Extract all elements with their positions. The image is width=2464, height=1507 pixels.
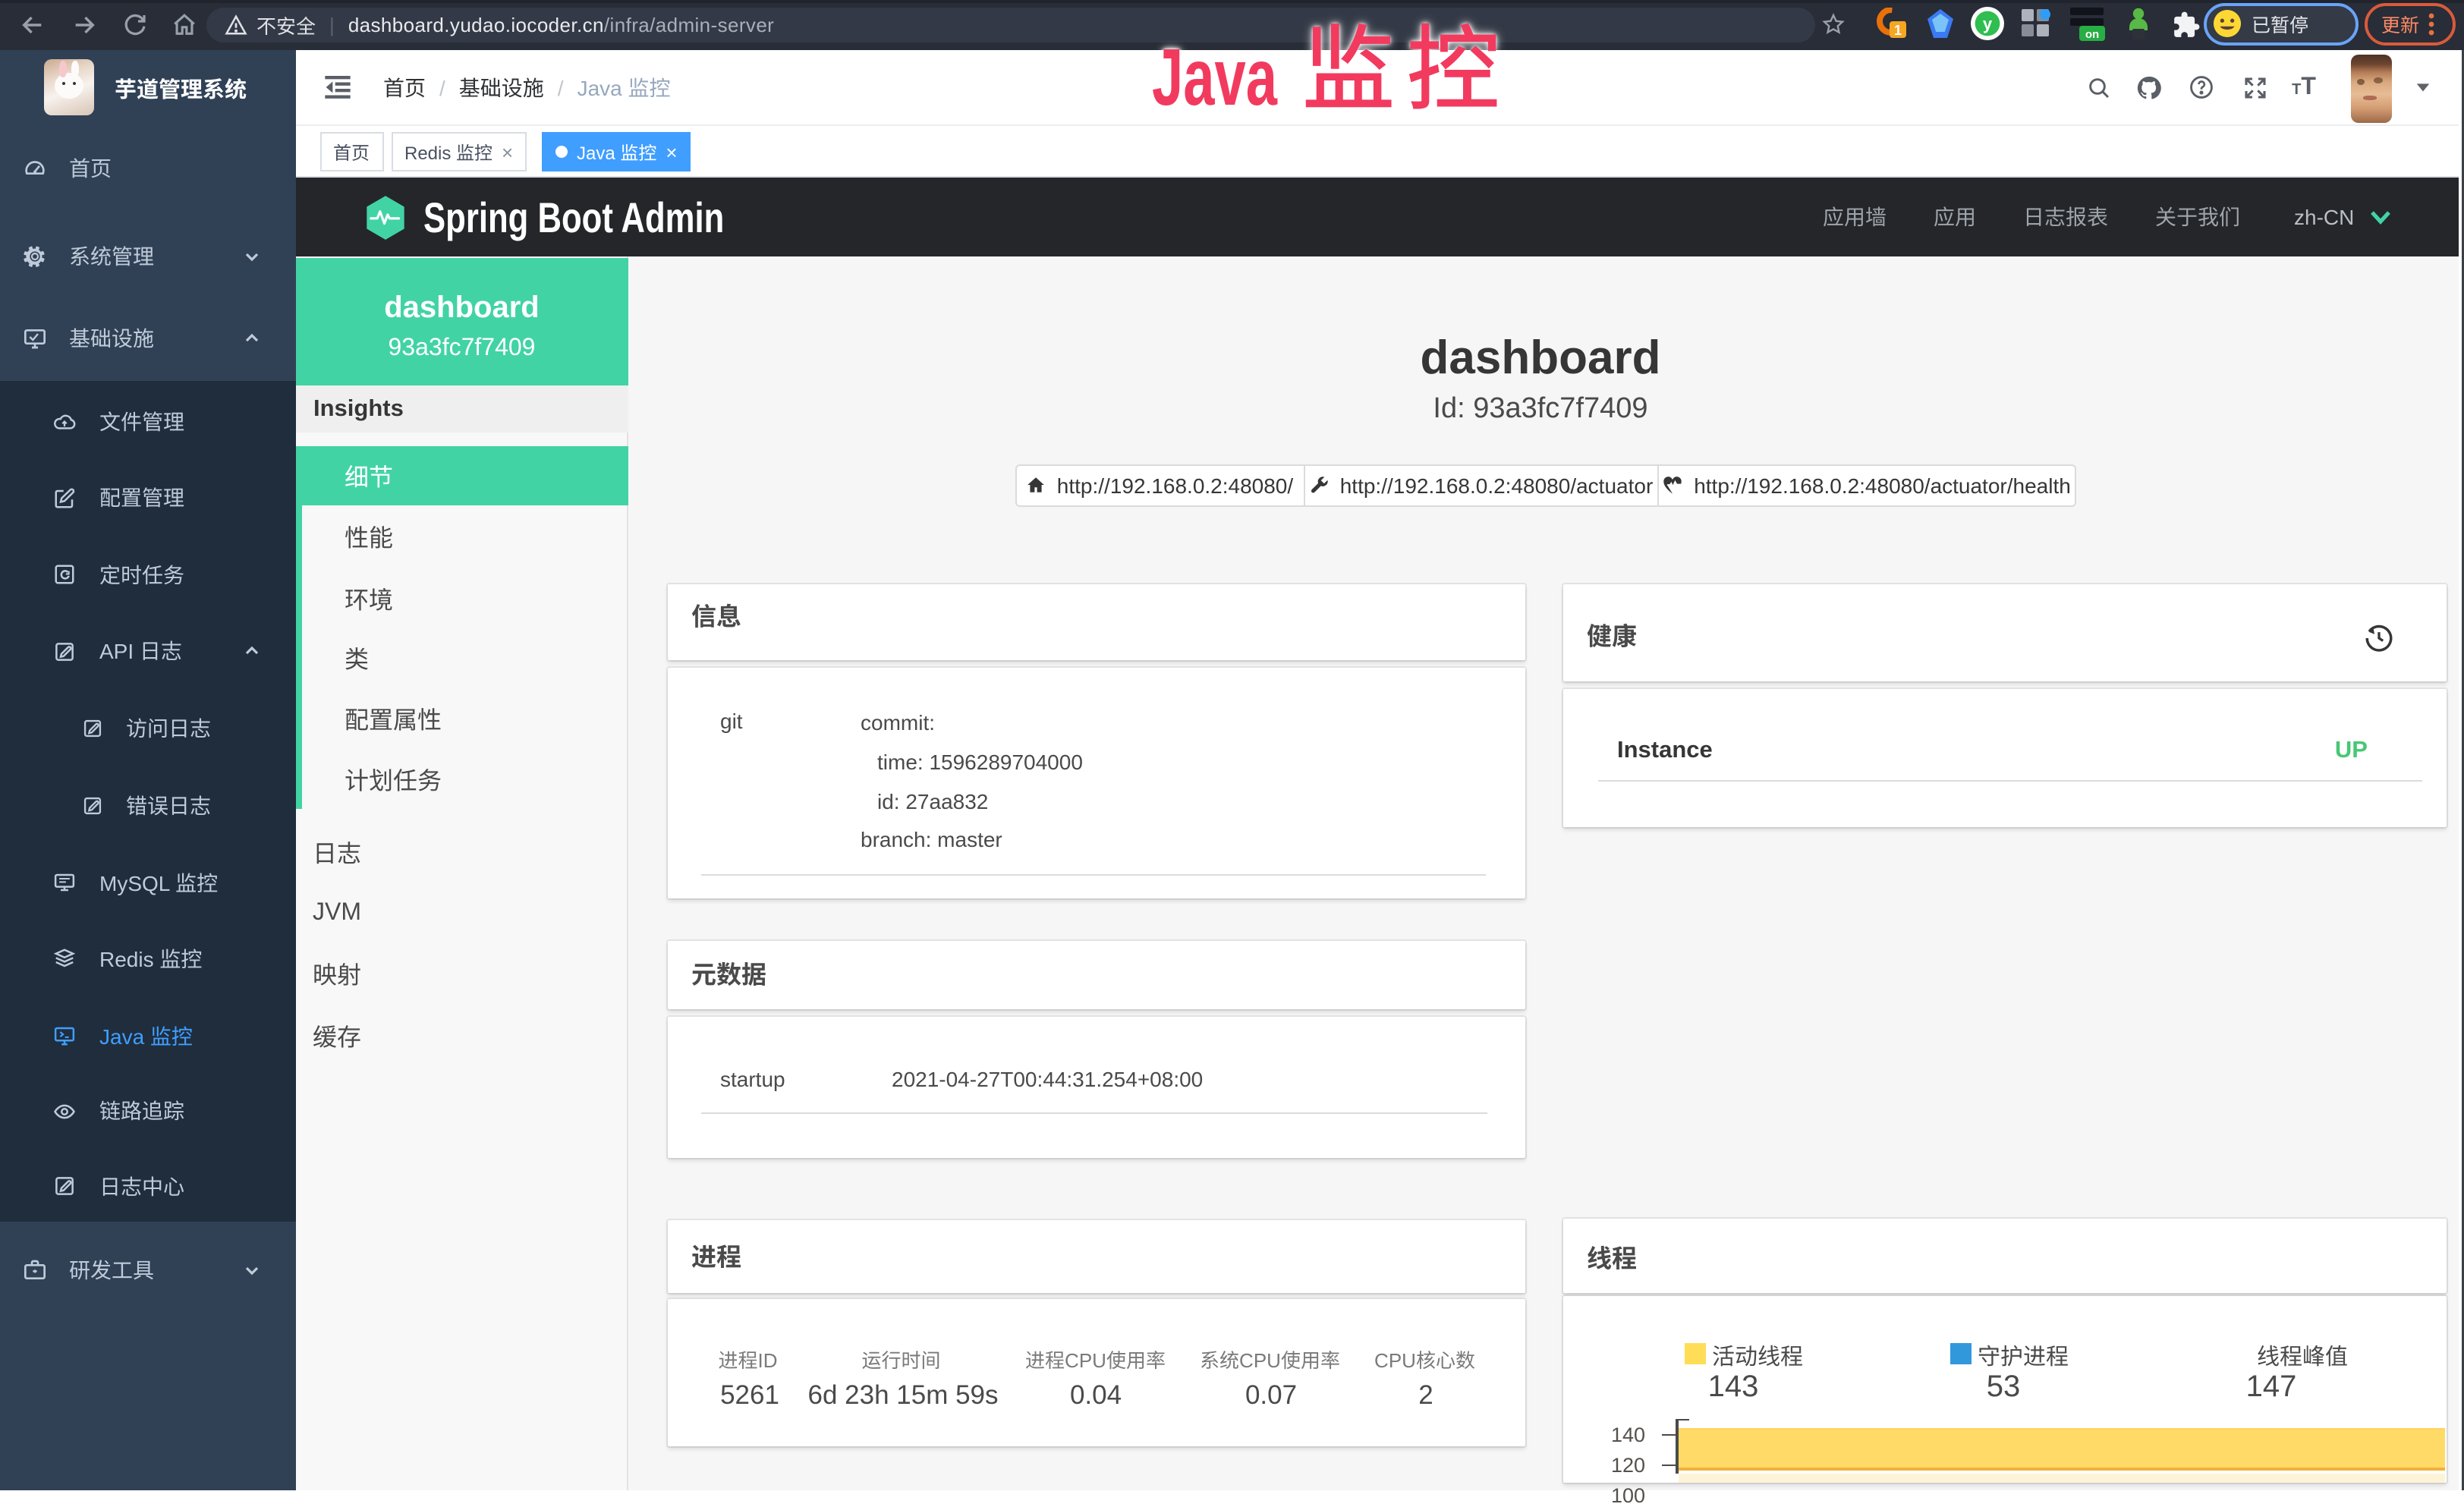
svg-text:on: on [2085, 28, 2098, 41]
svg-text:y: y [1982, 14, 1992, 33]
svg-text:1: 1 [1894, 23, 1902, 38]
